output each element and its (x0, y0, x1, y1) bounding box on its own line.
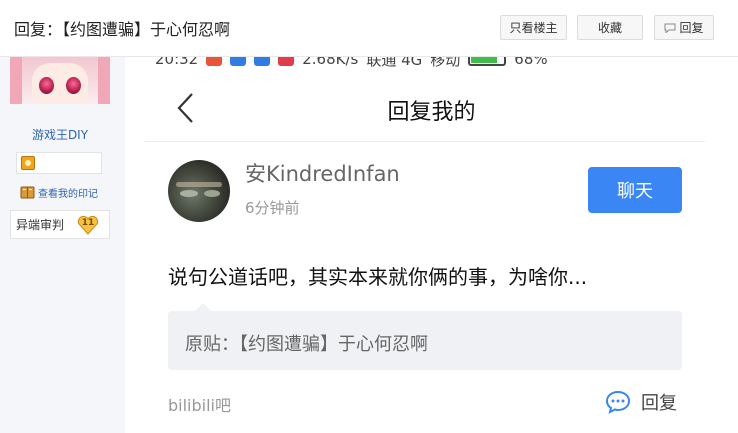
reply-button[interactable]: 回复 (654, 15, 714, 40)
app-notification-icon (254, 57, 271, 66)
favorite-button[interactable]: 收藏 (577, 15, 643, 40)
level-box (16, 152, 102, 174)
reply-action-button[interactable]: 回复 (605, 389, 677, 415)
user-avatar[interactable] (10, 57, 110, 104)
reply-timestamp: 6分钟前 (245, 199, 300, 217)
level-badge-icon (21, 156, 35, 170)
divider (145, 141, 705, 142)
phone-page-title: 回复我的 (387, 100, 476, 125)
status-carrier-1: 联通 4G (366, 57, 423, 69)
heart-badge-icon: 11 (77, 215, 99, 235)
only-op-button[interactable]: 只看楼主 (500, 15, 567, 40)
chat-button[interactable]: 聊天 (588, 167, 682, 213)
user-sidebar: 游戏王DIY 查看我的印记 异端审判 11 (0, 57, 125, 433)
reply-action-label: 回复 (641, 393, 677, 414)
status-bar: 20:32 2.68K/s 联通 4G 移动 68% (155, 57, 548, 69)
reply-button-label: 回复 (679, 21, 704, 35)
battery-icon (468, 57, 507, 66)
badge-label: 异端审判 (16, 218, 65, 232)
phone-screenshot: 20:32 2.68K/s 联通 4G 移动 68% 回复我的 安Kindred… (125, 57, 738, 433)
quote-text: 原贴：【约图遭骗】于心何忍啊 (185, 334, 428, 355)
replier-username[interactable]: 安KindredInfan (245, 158, 400, 188)
member-badge: 异端审判 11 (10, 210, 110, 239)
quote-notch (195, 303, 211, 311)
comment-bubble-icon (605, 390, 631, 414)
speech-bubble-icon (664, 23, 676, 33)
view-records-link[interactable]: 查看我的印记 (20, 183, 98, 201)
status-time: 20:32 (155, 57, 199, 68)
replier-avatar[interactable] (168, 160, 230, 222)
reply-content[interactable]: 说句公道话吧，其实本来就你俩的事，为啥你... (168, 261, 587, 290)
forum-name[interactable]: bilibili吧 (168, 392, 231, 416)
badge-level: 11 (81, 218, 95, 228)
thread-title: 回复：【约图遭骗】于心何忍啊 (14, 20, 231, 39)
thread-header: 回复：【约图遭骗】于心何忍啊 只看楼主 收藏 回复 (0, 0, 738, 57)
status-carrier-2: 移动 (430, 57, 461, 69)
app-notification-icon (278, 57, 295, 66)
sidebar-username[interactable]: 游戏王DIY (0, 126, 120, 143)
status-speed: 2.68K/s (302, 57, 359, 68)
book-icon (20, 186, 35, 198)
status-battery: 68% (514, 57, 548, 68)
original-post-quote[interactable]: 原贴：【约图遭骗】于心何忍啊 (168, 311, 682, 370)
app-notification-icon (206, 57, 223, 66)
view-records-label: 查看我的印记 (38, 188, 98, 200)
app-notification-icon (230, 57, 247, 66)
